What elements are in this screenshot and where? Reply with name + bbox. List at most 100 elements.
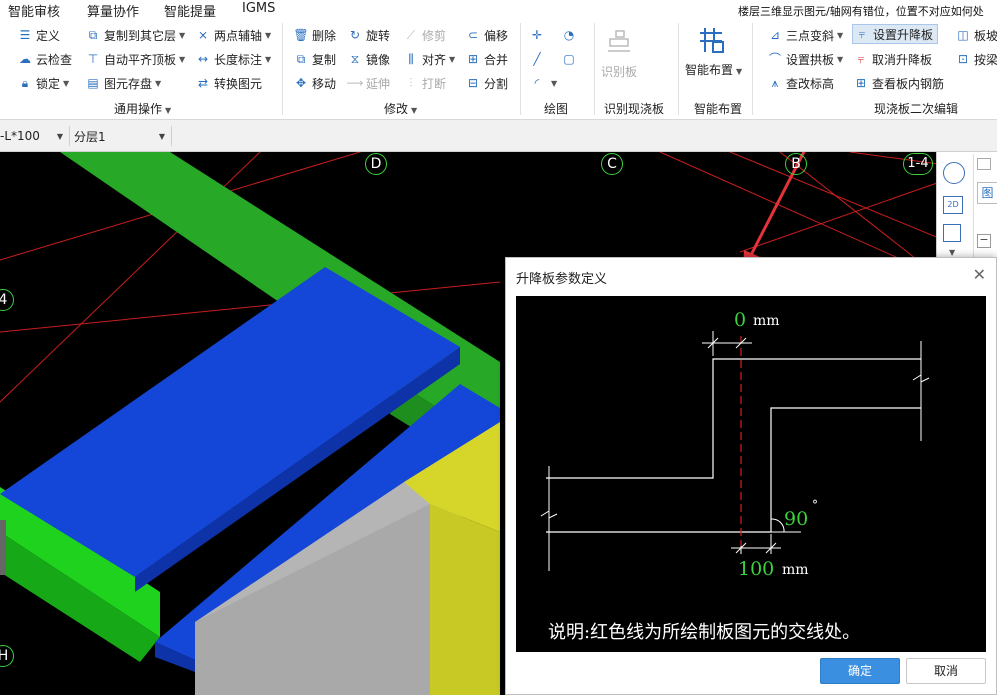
slab-hole-button[interactable]: ◫ 板坡 — [956, 25, 997, 45]
copy-to-floor-label: 复制到其它层 — [104, 28, 177, 43]
chevron-down-icon: ▼ — [165, 106, 172, 115]
point-icon: ✛ — [531, 28, 543, 42]
align-button[interactable]: ⫼ 对齐 ▼ — [404, 49, 455, 69]
identify-slab-label: 识别板 — [600, 65, 637, 79]
diagram-note: 说明:红色线为所绘制板图元的交线处。 — [548, 622, 861, 643]
auto-align-top-label: 自动平齐顶板 — [104, 52, 177, 67]
raise-slab-diagram: 0 mm 90 ° 100 mm 说明:红色线为所绘制板图元的交线处。 — [516, 296, 986, 652]
chevron-down-icon: ▼ — [265, 54, 272, 64]
dimension-button[interactable]: ↔ 长度标注 ▼ — [196, 49, 271, 69]
view-rebar-button[interactable]: ⊞ 查看板内钢筋 — [854, 73, 944, 93]
mirror-button[interactable]: ⧖ 镜像 — [348, 49, 390, 69]
elevation-icon: ⩚ — [771, 76, 779, 90]
menu-bar: 智能审核 算量协作 智能提量 IGMS 楼层三维显示图元/轴网有错位，位置不对应… — [0, 0, 997, 20]
extend-button[interactable]: ⟶ 延伸 — [346, 73, 390, 93]
ribbon-separator — [752, 23, 753, 115]
trim-button[interactable]: ⟋ 修剪 — [404, 25, 446, 45]
element-combo-value: -L*100 — [0, 129, 40, 143]
check-elevation-button[interactable]: ⩚ 查改标高 — [768, 73, 834, 93]
copy-button[interactable]: ⧉ 复制 — [294, 49, 336, 69]
slab-hole-icon: ◫ — [957, 28, 969, 42]
element-storage-button[interactable]: ▤ 图元存盘 ▼ — [86, 73, 161, 93]
angle-value[interactable]: 90 — [784, 508, 808, 530]
draw-rect-button[interactable]: ▢ — [562, 49, 580, 69]
convert-icon: ⇄ — [197, 76, 209, 90]
cancel-button[interactable]: 取消 — [906, 658, 986, 684]
chevron-down-icon: ▼ — [265, 30, 272, 40]
cloud-check-button[interactable]: ☁ 云检查 — [18, 49, 72, 69]
chevron-down-icon[interactable]: ▼ — [949, 248, 955, 257]
rotate-button[interactable]: ↻ 旋转 — [348, 25, 390, 45]
menu-smart-review[interactable]: 智能审核 — [8, 1, 60, 20]
delete-button[interactable]: 🗑︎ 删除 — [293, 25, 336, 45]
convert-element-button[interactable]: ⇄ 转换图元 — [196, 73, 262, 93]
element-storage-label: 图元存盘 — [104, 76, 153, 91]
copy-to-floor-button[interactable]: ⧉ 复制到其它层 ▼ — [86, 25, 185, 45]
define-icon: ☰ — [19, 28, 31, 42]
confirm-button[interactable]: 确定 — [820, 658, 900, 684]
copy-floor-icon: ⧉ — [88, 28, 98, 42]
arch-icon: ⌒ — [768, 52, 781, 66]
group-modify-label[interactable]: 修改 ▼ — [384, 100, 417, 117]
break-icon: ⫶ — [409, 76, 413, 90]
help-notice[interactable]: 楼层三维显示图元/轴网有错位，位置不对应如何处 — [738, 3, 984, 19]
delete-icon: 🗑︎ — [293, 28, 309, 42]
side-marker — [0, 520, 6, 575]
cancel-raise-slab-button[interactable]: ⫧ 取消升降板 — [854, 49, 932, 69]
set-raise-slab-button[interactable]: ⫧ 设置升降板 — [852, 24, 939, 44]
draw-circle-button[interactable]: ◔ — [562, 25, 580, 45]
split-button[interactable]: ⊟ 分割 — [466, 73, 508, 93]
view-2d-button[interactable]: 2D — [943, 196, 963, 214]
orbit-view-icon[interactable] — [943, 162, 965, 184]
lock-button[interactable]: 🔒︎ 锁定 ▼ — [18, 73, 69, 93]
draw-point-button[interactable]: ✛ — [530, 25, 548, 45]
chevron-down-icon: ▼ — [837, 54, 844, 64]
define-label: 定义 — [36, 28, 61, 43]
bottom-offset-value[interactable]: 100 — [738, 558, 774, 580]
offset-button[interactable]: ⊂ 偏移 — [466, 25, 508, 45]
cancel-raise-icon: ⫧ — [857, 52, 865, 66]
three-point-slope-button[interactable]: ⊿ 三点变斜 ▼ — [768, 25, 843, 45]
move-button[interactable]: ✥ 移动 — [294, 73, 336, 93]
element-combo[interactable]: -L*100 ▼ — [0, 126, 70, 146]
press-beam-button[interactable]: ⊡ 按梁 — [956, 49, 997, 69]
slab-upper-edge — [546, 358, 921, 479]
menu-collaboration[interactable]: 算量协作 — [87, 1, 139, 20]
grid-view-icon[interactable] — [977, 158, 991, 170]
identify-slab-button[interactable]: 识别板 — [598, 27, 640, 80]
two-point-axis-button[interactable]: ⨯ 两点辅轴 ▼ — [196, 25, 271, 45]
group-general-label[interactable]: 通用操作 ▼ — [114, 100, 171, 117]
layer-combo[interactable]: 分层1 ▼ — [74, 126, 172, 146]
axis-marker-1-4: 1-4 — [903, 153, 933, 175]
align-top-icon: ⊤ — [87, 52, 99, 66]
collapse-icon[interactable]: − — [977, 234, 991, 248]
top-offset-unit: mm — [753, 313, 780, 329]
dimension-label: 长度标注 — [214, 52, 263, 67]
cube-view-icon[interactable] — [943, 224, 961, 242]
close-icon[interactable]: ✕ — [973, 265, 986, 284]
draw-arc-button[interactable]: ◜ ▼ — [530, 73, 557, 93]
set-arch-button[interactable]: ⌒ 设置拱板 ▼ — [768, 49, 843, 69]
view-side-panel: 2D ▼ 图 − — [936, 152, 997, 262]
panel-tab[interactable]: 图 — [977, 182, 997, 204]
top-offset-value[interactable]: 0 — [734, 309, 746, 331]
auto-align-top-button[interactable]: ⊤ 自动平齐顶板 ▼ — [86, 49, 185, 69]
group-smart-label: 智能布置 — [694, 102, 743, 116]
extend-icon: ⟶ — [346, 76, 364, 90]
two-point-axis-label: 两点辅轴 — [214, 28, 263, 43]
beam-icon: ⊡ — [957, 52, 969, 66]
menu-igms[interactable]: IGMS — [242, 1, 275, 16]
define-button[interactable]: ☰ 定义 — [18, 25, 60, 45]
menu-smart-quantity[interactable]: 智能提量 — [164, 1, 216, 20]
ribbon-separator — [594, 23, 595, 115]
smart-layout-button[interactable]: 智能布置 ▼ — [685, 25, 742, 78]
smart-layout-icon — [700, 28, 724, 53]
draw-line-button[interactable]: ╱ — [530, 49, 548, 69]
axis-icon: ⨯ — [197, 28, 209, 42]
axis-marker-b: B — [785, 153, 807, 175]
break-button[interactable]: ⫶ 打断 — [404, 73, 446, 93]
copy-icon: ⧉ — [296, 52, 306, 66]
merge-button[interactable]: ⊞ 合并 — [466, 49, 508, 69]
bottom-offset-unit: mm — [782, 562, 809, 578]
ribbon-separator — [520, 23, 521, 115]
